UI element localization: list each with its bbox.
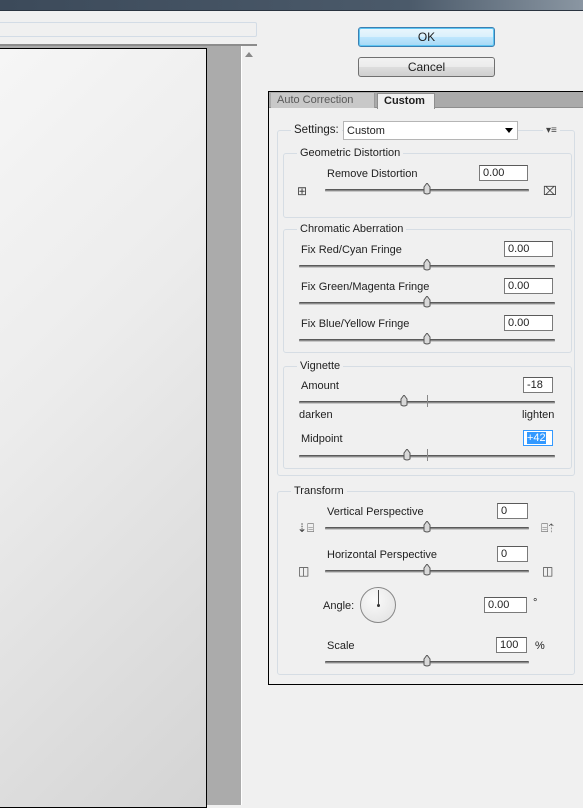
cancel-button[interactable]: Cancel <box>358 57 495 77</box>
preview-image <box>0 48 207 808</box>
transform-group <box>277 491 575 675</box>
vertical-perspective-up-icon: ⌸⇡ <box>541 521 554 535</box>
angle-unit: ° <box>533 597 538 609</box>
red-cyan-input[interactable]: 0.00 <box>504 241 553 257</box>
chromatic-aberration-title: Chromatic Aberration <box>297 223 407 235</box>
slider-thumb[interactable] <box>423 332 431 345</box>
slider-thumb[interactable] <box>423 654 431 667</box>
red-cyan-slider[interactable] <box>299 258 555 271</box>
blue-yellow-label: Fix Blue/Yellow Fringe <box>301 318 410 330</box>
angle-needle <box>378 590 379 605</box>
slider-thumb[interactable] <box>423 182 431 195</box>
green-magenta-label: Fix Green/Magenta Fringe <box>301 281 430 293</box>
horizontal-perspective-left-icon: ◫ <box>298 564 310 578</box>
scale-input[interactable]: 100 <box>496 637 527 653</box>
slider-thumb[interactable] <box>423 258 431 271</box>
slider-thumb[interactable] <box>423 563 431 576</box>
lighten-label: lighten <box>522 409 555 421</box>
amount-slider[interactable] <box>299 394 555 407</box>
scroll-up-icon[interactable] <box>245 52 253 57</box>
angle-input[interactable]: 0.00 <box>484 597 527 613</box>
vertical-perspective-label: Vertical Perspective <box>327 506 424 518</box>
midpoint-value: +42 <box>527 432 546 444</box>
midpoint-slider[interactable] <box>299 448 555 461</box>
midpoint-label: Midpoint <box>301 433 343 445</box>
horizontal-perspective-right-icon: ◫ <box>542 564 554 578</box>
transform-title: Transform <box>291 485 347 497</box>
title-bar <box>0 0 583 11</box>
angle-label: Angle: <box>323 600 355 612</box>
remove-distortion-input[interactable]: 0.00 <box>479 165 528 181</box>
remove-distortion-label: Remove Distortion <box>327 168 418 180</box>
amount-label: Amount <box>301 380 339 392</box>
tab-auto-correction[interactable]: Auto Correction <box>271 93 375 108</box>
slider-center-tick <box>427 449 428 461</box>
red-cyan-label: Fix Red/Cyan Fringe <box>301 244 402 256</box>
panel-menu-icon[interactable]: ▾≡ <box>543 125 560 137</box>
midpoint-input[interactable]: +42 <box>523 430 553 446</box>
angle-dial[interactable] <box>360 587 396 623</box>
scale-unit: % <box>535 640 545 652</box>
scale-label: Scale <box>327 640 355 652</box>
settings-value: Custom <box>347 125 385 137</box>
darken-label: darken <box>299 409 333 421</box>
pincushion-icon: ⊞ <box>297 184 308 198</box>
horizontal-perspective-label: Horizontal Perspective <box>327 549 438 561</box>
preview-options-bar <box>0 22 257 37</box>
slider-thumb[interactable] <box>400 394 408 407</box>
slider-thumb[interactable] <box>423 520 431 533</box>
settings-label: Settings: <box>291 124 342 136</box>
vertical-scrollbar[interactable] <box>241 46 257 805</box>
horizontal-perspective-slider[interactable] <box>325 563 529 576</box>
chevron-down-icon <box>505 128 513 133</box>
green-magenta-slider[interactable] <box>299 295 555 308</box>
barrel-icon: ⌧ <box>543 184 557 198</box>
vertical-perspective-slider[interactable] <box>325 520 529 533</box>
slider-thumb[interactable] <box>423 295 431 308</box>
dial-center <box>377 604 380 607</box>
scale-slider[interactable] <box>325 654 529 667</box>
remove-distortion-slider[interactable] <box>325 182 529 195</box>
tab-custom[interactable]: Custom <box>377 93 435 109</box>
vertical-perspective-input[interactable]: 0 <box>497 503 528 519</box>
slider-center-tick <box>427 395 428 407</box>
settings-dropdown[interactable]: Custom <box>343 121 518 140</box>
tab-strip: Auto Correction Custom <box>269 92 583 109</box>
blue-yellow-slider[interactable] <box>299 332 555 345</box>
vertical-perspective-down-icon: ⇣⌸ <box>297 521 315 535</box>
green-magenta-input[interactable]: 0.00 <box>504 278 553 294</box>
blue-yellow-input[interactable]: 0.00 <box>504 315 553 331</box>
amount-input[interactable]: -18 <box>523 377 553 393</box>
horizontal-perspective-input[interactable]: 0 <box>497 546 528 562</box>
vignette-title: Vignette <box>297 360 344 372</box>
geometric-distortion-title: Geometric Distortion <box>297 147 404 159</box>
slider-thumb[interactable] <box>403 448 411 461</box>
ok-button[interactable]: OK <box>358 27 495 47</box>
